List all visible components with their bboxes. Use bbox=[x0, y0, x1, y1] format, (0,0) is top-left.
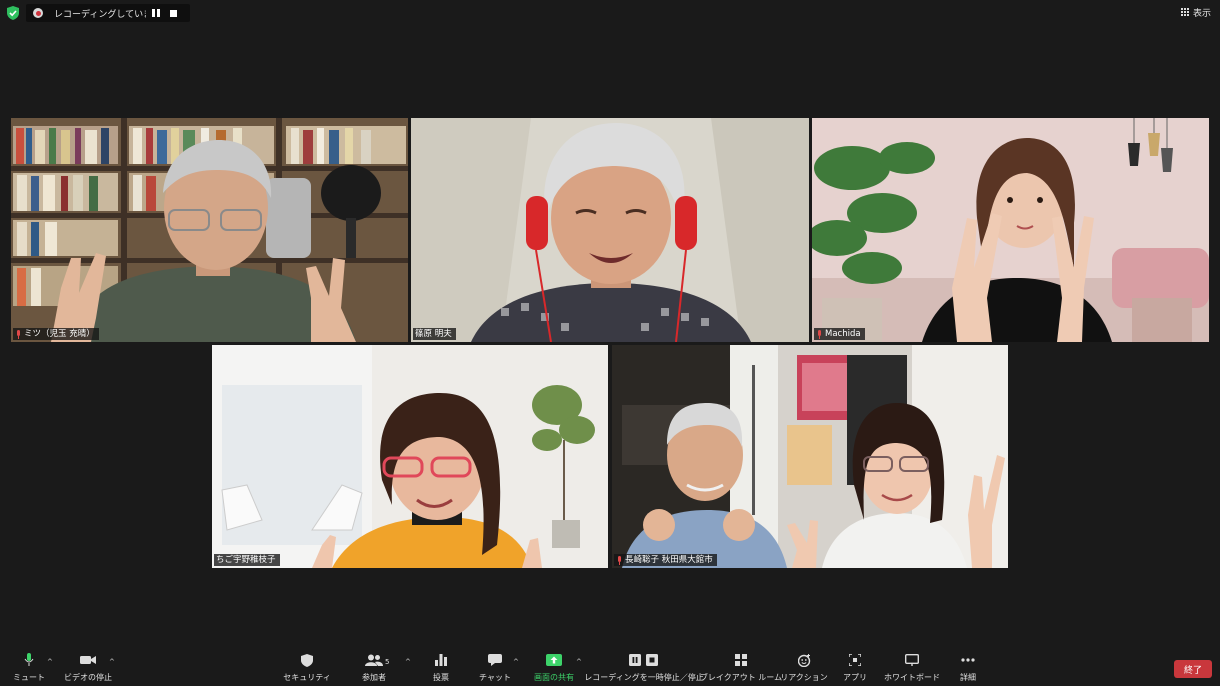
breakout-rooms-button[interactable]: ブレイクアウト ルーム bbox=[700, 650, 782, 686]
reactions-label: リアクション bbox=[780, 673, 828, 682]
poll-chart-icon bbox=[435, 650, 447, 670]
recording-indicator: レコーディングしています... bbox=[26, 4, 190, 22]
video-options-caret-icon[interactable]: ^ bbox=[109, 658, 115, 666]
stop-video-button[interactable]: ビデオの停止 bbox=[62, 650, 114, 686]
video-camera-icon bbox=[80, 650, 96, 670]
top-bar: レコーディングしています... 表示 bbox=[0, 0, 1220, 26]
share-label: 画面の共有 bbox=[534, 673, 574, 682]
apps-button[interactable]: アプリ bbox=[842, 650, 868, 686]
participant-video bbox=[212, 345, 608, 568]
video-label: ビデオの停止 bbox=[64, 673, 112, 682]
chat-button[interactable]: チャット bbox=[479, 650, 511, 686]
share-options-caret-icon[interactable]: ^ bbox=[576, 658, 582, 666]
polls-button[interactable]: 投票 bbox=[427, 650, 455, 686]
participant-name: ミツ（児玉 充晴） bbox=[24, 329, 95, 339]
whiteboard-icon bbox=[905, 650, 919, 670]
apps-label: アプリ bbox=[843, 673, 867, 682]
mute-label: ミュート bbox=[13, 673, 45, 682]
breakout-label: ブレイクアウト ルーム bbox=[699, 673, 783, 682]
participant-video bbox=[11, 118, 408, 342]
participants-options-caret-icon[interactable]: ^ bbox=[405, 658, 411, 666]
audio-options-caret-icon[interactable]: ^ bbox=[47, 658, 53, 666]
video-tile-4[interactable]: ちご宇野稚枝子 bbox=[212, 345, 608, 568]
participant-name: ちご宇野稚枝子 bbox=[216, 555, 276, 565]
more-label: 詳細 bbox=[960, 673, 976, 682]
breakout-rooms-icon bbox=[735, 650, 747, 670]
security-button[interactable]: セキュリティ bbox=[283, 650, 331, 686]
participants-button[interactable]: 参加者 bbox=[356, 650, 392, 686]
participant-name-tag: ちご宇野稚枝子 bbox=[214, 554, 280, 566]
view-label: 表示 bbox=[1192, 9, 1211, 19]
participants-count: 5 bbox=[385, 658, 390, 666]
participant-name-tag: 篠原 明夫 bbox=[413, 328, 456, 340]
video-tile-5[interactable]: 長崎聡子 秋田県大館市 bbox=[612, 345, 1008, 568]
security-shield-icon[interactable] bbox=[7, 6, 19, 20]
participant-video bbox=[612, 345, 1008, 568]
more-button[interactable]: 詳細 bbox=[956, 650, 980, 686]
muted-mic-icon bbox=[816, 329, 823, 339]
mute-button[interactable]: ミュート bbox=[12, 650, 46, 686]
polls-label: 投票 bbox=[433, 673, 449, 682]
end-meeting-button[interactable]: 終了 bbox=[1174, 660, 1212, 678]
participant-video bbox=[812, 118, 1209, 342]
video-tile-3[interactable]: Machida bbox=[812, 118, 1209, 342]
recording-dot-icon bbox=[33, 8, 43, 18]
chat-label: チャット bbox=[479, 673, 511, 682]
participant-name: Machida bbox=[825, 329, 861, 339]
stop-recording-icon[interactable] bbox=[170, 9, 177, 17]
video-tile-1[interactable]: ミツ（児玉 充晴） bbox=[11, 118, 408, 342]
whiteboard-button[interactable]: ホワイトボード bbox=[884, 650, 940, 686]
chat-options-caret-icon[interactable]: ^ bbox=[513, 658, 519, 666]
participants-label: 参加者 bbox=[362, 673, 386, 682]
recording-text: レコーディングしています... bbox=[54, 9, 146, 20]
participant-name-tag: 長崎聡子 秋田県大館市 bbox=[614, 554, 717, 566]
participants-icon bbox=[365, 650, 383, 670]
share-screen-button[interactable]: 画面の共有 bbox=[530, 650, 578, 686]
whiteboard-label: ホワイトボード bbox=[884, 673, 940, 682]
recording-label: レコーディングを一時停止／停止 bbox=[584, 673, 704, 682]
meeting-toolbar: ミュート ^ ビデオの停止 ^ セキュリティ 参加者 5 ^ 投票 チャット ^ bbox=[0, 650, 1220, 686]
participant-video bbox=[411, 118, 809, 342]
participant-name: 長崎聡子 秋田県大館市 bbox=[625, 555, 713, 565]
participant-name-tag: ミツ（児玉 充晴） bbox=[13, 328, 99, 340]
muted-mic-icon bbox=[616, 555, 623, 565]
pause-stop-icon bbox=[629, 650, 659, 670]
muted-mic-icon bbox=[15, 329, 22, 339]
pause-recording-icon[interactable] bbox=[152, 9, 160, 17]
share-screen-icon bbox=[546, 650, 562, 670]
apps-icon bbox=[849, 650, 861, 670]
reaction-smiley-icon bbox=[797, 650, 811, 670]
view-button[interactable]: 表示 bbox=[1180, 6, 1211, 19]
gallery-grid-icon bbox=[1180, 8, 1190, 17]
reactions-button[interactable]: リアクション bbox=[780, 650, 828, 686]
security-label: セキュリティ bbox=[283, 673, 331, 682]
recording-control-button[interactable]: レコーディングを一時停止／停止 bbox=[584, 650, 704, 686]
participant-name: 篠原 明夫 bbox=[415, 329, 452, 339]
chat-bubble-icon bbox=[488, 650, 502, 670]
participant-name-tag: Machida bbox=[814, 328, 865, 340]
security-shield-icon bbox=[301, 650, 313, 670]
video-tile-2-active-speaker[interactable]: 篠原 明夫 bbox=[411, 118, 809, 342]
microphone-icon bbox=[24, 650, 34, 670]
more-dots-icon bbox=[961, 650, 975, 670]
